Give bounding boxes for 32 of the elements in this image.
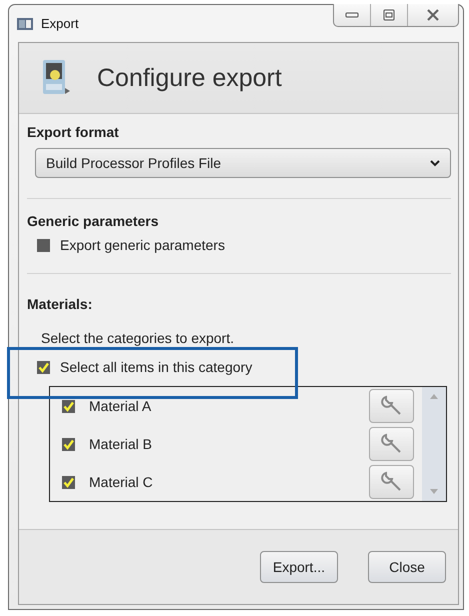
section-label: Export format — [27, 124, 120, 140]
format-dropdown[interactable]: Build Processor Profiles File — [35, 148, 451, 178]
dialog-heading: Configure export — [97, 64, 282, 92]
maximize-icon — [383, 9, 395, 21]
section-label: Materials: — [27, 296, 94, 312]
chevron-down-icon — [430, 160, 440, 166]
checkbox[interactable] — [62, 400, 75, 412]
dialog-button[interactable]: Export... — [260, 551, 338, 583]
minimize-icon — [345, 11, 359, 19]
close-icon — [426, 9, 440, 21]
wrench-icon — [380, 471, 402, 493]
checkbox-label: Export generic parameters — [60, 237, 225, 253]
checkbox[interactable] — [37, 360, 50, 374]
wrench-button[interactable] — [369, 427, 414, 461]
wrench-button[interactable] — [369, 465, 414, 499]
material-label: Material C — [89, 474, 154, 490]
instruction-text: Select the categories to export. — [41, 330, 235, 346]
window-title: Export — [41, 16, 79, 31]
wrench-icon — [380, 433, 402, 455]
window-icon — [17, 18, 33, 30]
scroll-down-icon — [430, 489, 438, 495]
dialog-button[interactable]: Close — [368, 551, 446, 583]
checkbox[interactable] — [62, 476, 75, 488]
wrench-button[interactable] — [369, 389, 414, 423]
material-label: Material A — [89, 398, 152, 414]
checkbox[interactable] — [62, 438, 75, 450]
wrench-icon — [380, 395, 402, 417]
section-label: Generic parameters — [27, 213, 160, 229]
material-label: Material B — [89, 436, 154, 452]
scrollbar[interactable] — [422, 387, 446, 501]
checkbox-label: Select all items in this category — [60, 359, 252, 375]
scroll-up-icon — [430, 393, 438, 399]
